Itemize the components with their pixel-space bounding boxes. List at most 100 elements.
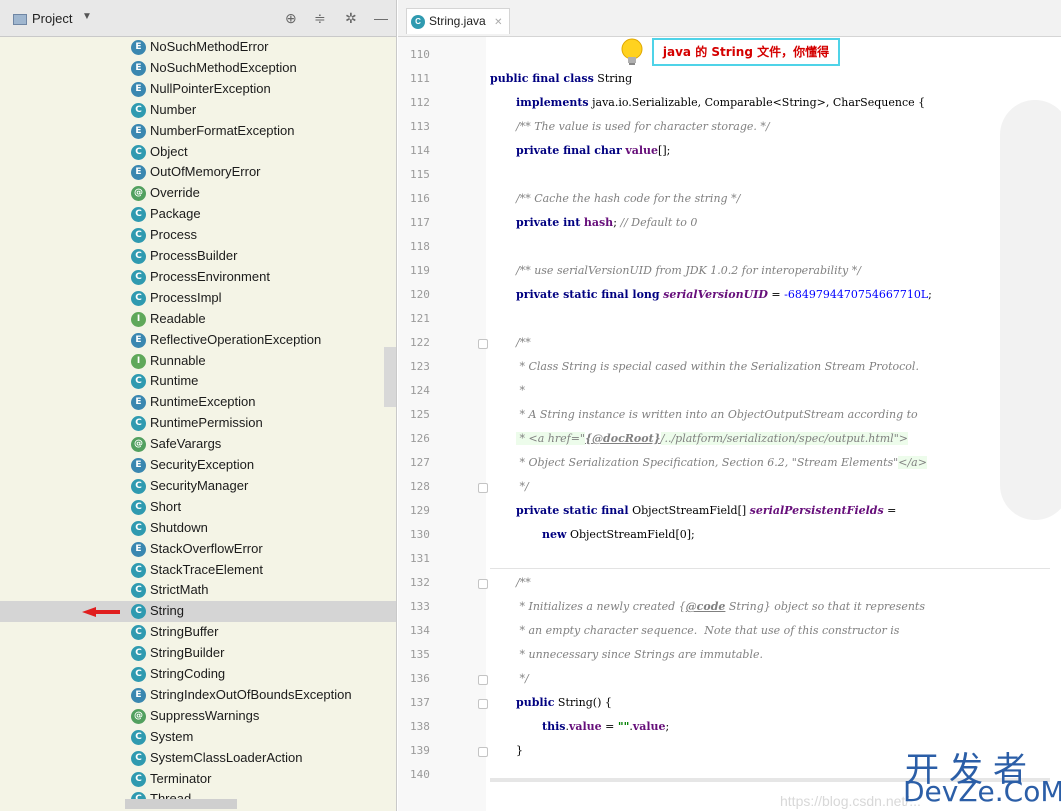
- tree-item[interactable]: C ProcessEnvironment: [0, 267, 396, 288]
- lightbulb-icon[interactable]: [621, 38, 643, 66]
- fold-marker-icon[interactable]: [478, 483, 488, 493]
- tree-item[interactable]: C StackTraceElement: [0, 560, 396, 581]
- tree-item-label: ProcessImpl: [150, 289, 222, 305]
- tree-item-label: NumberFormatException: [150, 122, 295, 138]
- tree-item[interactable]: C Shutdown: [0, 518, 396, 539]
- code-line-120: private static final long serialVersionU…: [516, 288, 932, 301]
- tree-item-label: OutOfMemoryError: [150, 164, 261, 180]
- tree-horizontal-scrollbar[interactable]: [125, 799, 237, 809]
- fold-marker-icon[interactable]: [478, 579, 488, 589]
- code-line-112: implements java.io.Serializable, Compara…: [516, 96, 926, 109]
- tree-item[interactable]: C SystemClassLoaderAction: [0, 748, 396, 769]
- tree-item[interactable]: C SecurityManager: [0, 476, 396, 497]
- tab-label: String.java: [429, 14, 486, 28]
- tree-item[interactable]: I Readable: [0, 309, 396, 330]
- code-area[interactable]: public final class String implements jav…: [490, 37, 1050, 811]
- tree-item[interactable]: C String: [0, 601, 396, 623]
- locate-target-icon[interactable]: ⊕: [285, 9, 297, 27]
- tree-item[interactable]: C StrictMath: [0, 580, 396, 601]
- tree-item[interactable]: I Runnable: [0, 351, 396, 372]
- tree-item[interactable]: C Terminator: [0, 769, 396, 790]
- class-icon: C: [131, 102, 146, 118]
- class-icon: C: [411, 15, 425, 29]
- tree-item-label: SuppressWarnings: [150, 707, 260, 723]
- tree-item[interactable]: C Number: [0, 100, 396, 121]
- chevron-down-icon[interactable]: ▼: [82, 11, 92, 22]
- close-icon[interactable]: ✕: [494, 17, 502, 28]
- exception-icon: E: [131, 40, 146, 55]
- tree-item[interactable]: @ SuppressWarnings: [0, 706, 396, 727]
- class-icon: C: [131, 667, 146, 682]
- collapse-all-icon[interactable]: ≑: [314, 9, 326, 27]
- tree-item[interactable]: E SecurityException: [0, 455, 396, 476]
- code-line-114: private final char value[];: [516, 144, 671, 157]
- class-icon: C: [131, 562, 146, 578]
- tree-item[interactable]: C Object: [0, 142, 396, 163]
- tree-item[interactable]: E OutOfMemoryError: [0, 162, 396, 183]
- tree-item[interactable]: C StringBuilder: [0, 643, 396, 664]
- code-line-127: * Object Serialization Specification, Se…: [516, 456, 927, 469]
- tree-item[interactable]: @ Override: [0, 183, 396, 204]
- tree-item[interactable]: C Short: [0, 497, 396, 518]
- fold-marker-icon[interactable]: [478, 675, 488, 685]
- tree-item[interactable]: C ProcessBuilder: [0, 246, 396, 267]
- tree-item[interactable]: C StringBuffer: [0, 622, 396, 643]
- fold-marker-icon[interactable]: [478, 699, 488, 709]
- code-line-137: public String() {: [516, 696, 612, 709]
- exception-icon: E: [131, 395, 146, 411]
- tree-item-label: SecurityManager: [150, 477, 249, 493]
- tree-item-label: ReflectiveOperationException: [150, 331, 322, 347]
- tree-item[interactable]: C Runtime: [0, 371, 396, 392]
- tree-item[interactable]: E NoSuchMethodError: [0, 37, 396, 58]
- code-line-111: public final class String: [490, 72, 633, 85]
- tree-item-label: SafeVarargs: [150, 436, 222, 452]
- tab-string-java[interactable]: C String.java ✕: [406, 8, 510, 34]
- code-line-128: */: [516, 480, 529, 493]
- tree-item[interactable]: C ProcessImpl: [0, 288, 396, 309]
- line-number: 115: [410, 168, 430, 181]
- tree-item[interactable]: @ SafeVarargs: [0, 434, 396, 455]
- tree-item[interactable]: E NoSuchMethodException: [0, 58, 396, 79]
- tree-item[interactable]: C Process: [0, 225, 396, 246]
- tree-item[interactable]: C System: [0, 727, 396, 748]
- tree-item[interactable]: C StringCoding: [0, 664, 396, 685]
- gear-icon[interactable]: ✲: [345, 9, 357, 27]
- fold-marker-icon[interactable]: [478, 339, 488, 349]
- tree-item-label: NullPointerException: [150, 80, 271, 96]
- line-number: 126: [410, 432, 430, 445]
- tree-item[interactable]: E RuntimeException: [0, 392, 396, 413]
- line-number: 112: [410, 96, 430, 109]
- tree-item-label: Terminator: [150, 770, 212, 786]
- tree-item[interactable]: E StackOverflowError: [0, 539, 396, 560]
- code-line-134: * an empty character sequence. Note that…: [516, 624, 900, 637]
- code-line-119: /** use serialVersionUID from JDK 1.0.2 …: [516, 264, 861, 277]
- project-header: Project ▼ ⊕ ≑ ✲ —: [0, 0, 396, 37]
- line-number: 140: [410, 768, 430, 781]
- line-number: 118: [410, 240, 430, 253]
- tree-item[interactable]: E ReflectiveOperationException: [0, 330, 396, 351]
- tree-item[interactable]: C Package: [0, 204, 396, 225]
- code-line-129: private static final ObjectStreamField[]…: [516, 504, 897, 517]
- project-view-selector[interactable]: Project: [32, 11, 72, 26]
- tree-item[interactable]: C RuntimePermission: [0, 413, 396, 434]
- class-icon: C: [131, 144, 146, 160]
- tree-item[interactable]: E NumberFormatException: [0, 121, 396, 142]
- tree-vertical-scrollbar[interactable]: [384, 347, 396, 407]
- code-line-116: /** Cache the hash code for the string *…: [516, 192, 741, 205]
- editor-tab-bar: C String.java ✕: [398, 0, 1061, 37]
- annotation-icon: @: [131, 708, 146, 724]
- class-icon: C: [131, 374, 146, 390]
- tree-item[interactable]: E StringIndexOutOfBoundsException: [0, 685, 396, 706]
- code-line-135: * unnecessary since Strings are immutabl…: [516, 648, 763, 661]
- class-icon: C: [131, 729, 146, 745]
- line-number: 117: [410, 216, 430, 229]
- hide-panel-icon[interactable]: —: [374, 9, 388, 27]
- tree-item-label: ProcessBuilder: [150, 248, 238, 263]
- fold-marker-icon[interactable]: [478, 747, 488, 757]
- class-icon: C: [131, 750, 146, 766]
- line-number: 122: [410, 336, 430, 349]
- tree-item-label: Runnable: [150, 352, 206, 368]
- class-icon: C: [131, 520, 146, 536]
- project-tree[interactable]: E NoSuchMethodError E NoSuchMethodException…: [0, 37, 396, 811]
- tree-item[interactable]: E NullPointerException: [0, 79, 396, 100]
